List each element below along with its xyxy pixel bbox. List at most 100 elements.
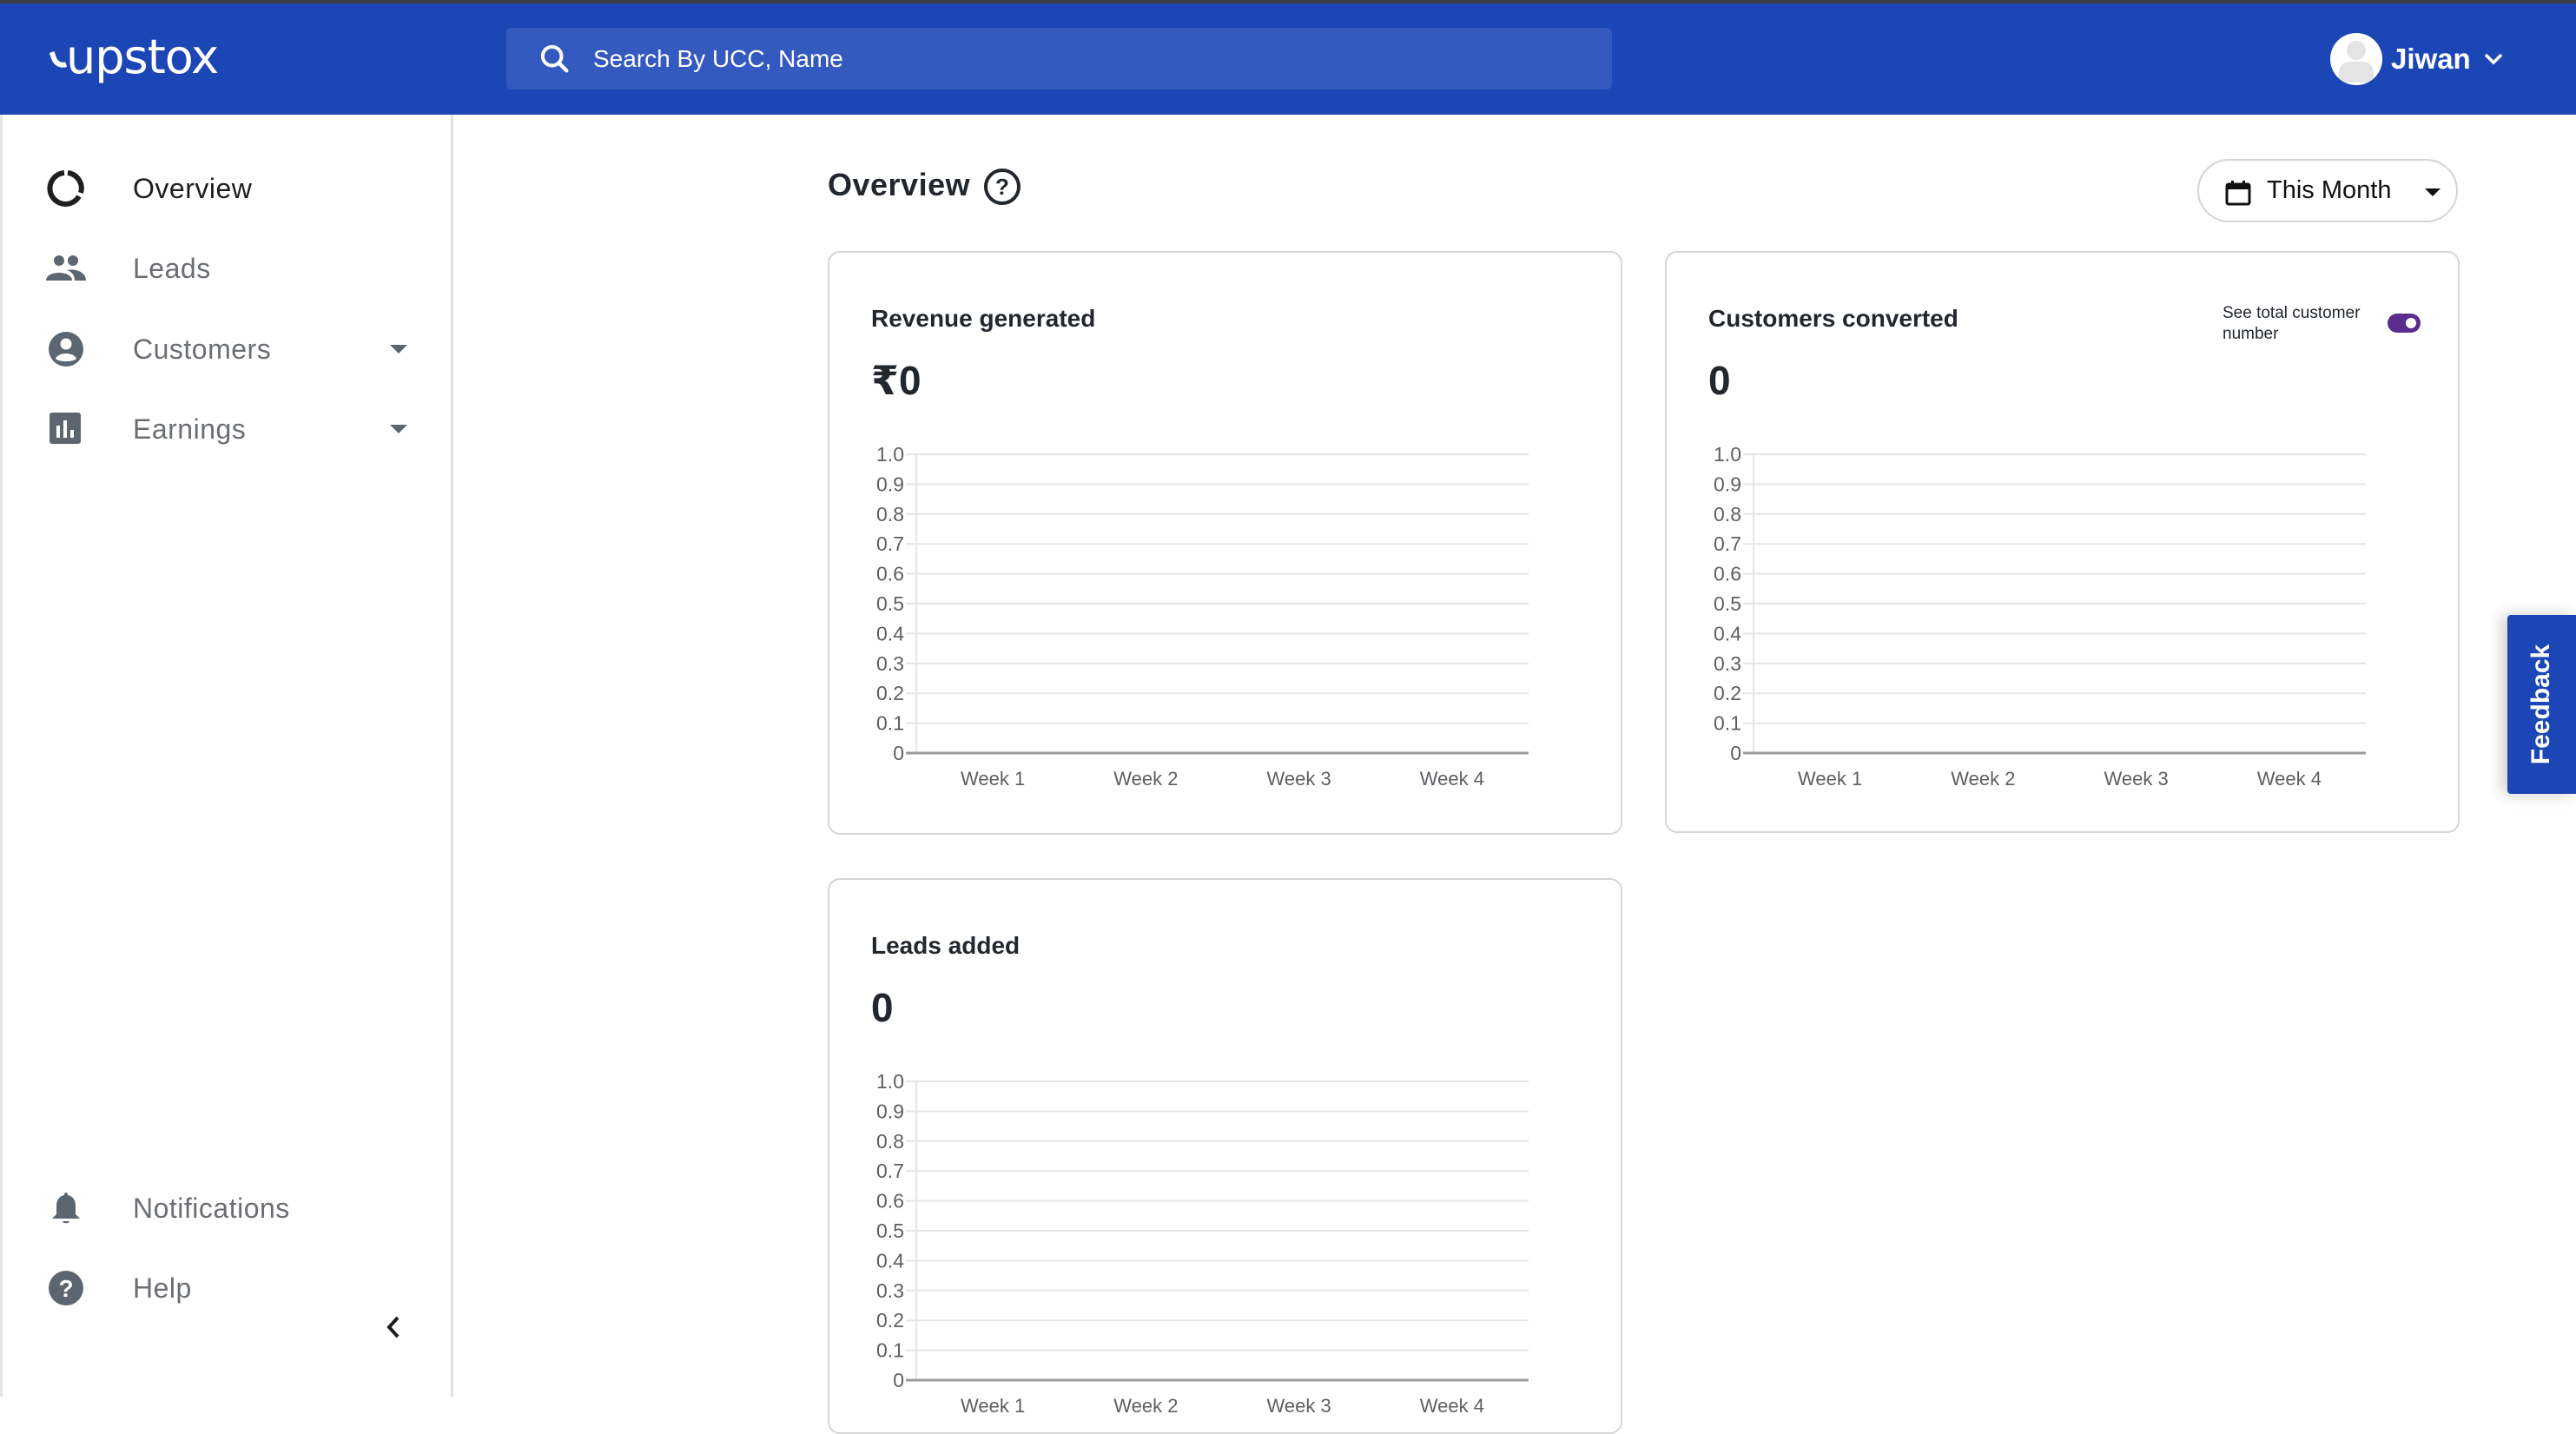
y-tick-label: 0.6	[876, 563, 904, 585]
svg-text:?: ?	[58, 1275, 73, 1302]
logo-mark-icon	[49, 49, 68, 71]
y-tick-label: 0.4	[1714, 622, 1741, 644]
toggle-label: See total customer number	[2223, 304, 2361, 343]
account-circle-icon	[46, 329, 86, 369]
sidebar: Overview Leads Customers Earnings Notifi…	[0, 115, 453, 1397]
y-tick-label: 0.9	[1714, 472, 1741, 495]
collapse-sidebar-button[interactable]	[376, 1310, 411, 1345]
y-tick-label: 0.7	[876, 1160, 904, 1182]
feedback-tab[interactable]: Feedback	[2507, 615, 2576, 794]
y-tick-label: 0.5	[876, 592, 904, 615]
x-tick-label: Week 4	[1420, 768, 1484, 790]
x-tick-label: Week 2	[1113, 1395, 1178, 1417]
y-tick-label: 0.2	[876, 682, 904, 704]
donut-icon	[46, 169, 86, 208]
y-tick-label: 0.7	[876, 532, 904, 555]
y-tick-label: 0.4	[876, 1249, 904, 1272]
y-tick-label: 0.8	[876, 1130, 904, 1153]
y-tick-label: 0.7	[1714, 532, 1741, 555]
period-label: This Month	[2267, 176, 2392, 204]
y-tick-label: 0.3	[876, 652, 904, 675]
y-tick-label: 0.5	[876, 1219, 904, 1242]
bar-chart-icon	[46, 409, 86, 449]
y-tick-label: 0	[893, 742, 904, 764]
caret-down-icon	[2425, 188, 2441, 196]
y-tick-label: 1.0	[1714, 443, 1741, 466]
revenue-card: Revenue generated ₹0 0 0.1 0.2 0.3 0.4 0.5 0.6…	[828, 251, 1622, 835]
card-title: Revenue generated	[871, 305, 1096, 332]
sidebar-item-label: Leads	[133, 252, 211, 284]
x-tick-label: Week 2	[1113, 768, 1178, 790]
sidebar-item-label: Customers	[133, 333, 272, 365]
y-tick-label: 0.9	[876, 1100, 904, 1122]
sidebar-item-label: Earnings	[133, 413, 247, 445]
sidebar-item-overview[interactable]: Overview	[3, 158, 453, 219]
sidebar-item-label: Help	[133, 1272, 192, 1304]
x-tick-label: Week 3	[1267, 768, 1331, 790]
card-value: 0	[1708, 358, 1731, 403]
search-bar[interactable]	[506, 28, 1612, 89]
chevron-down-icon	[2484, 53, 2502, 65]
x-tick-label: Week 3	[1267, 1395, 1331, 1417]
y-tick-label: 0.6	[876, 1190, 904, 1213]
upstox-logo[interactable]: upstox	[49, 30, 219, 84]
x-tick-label: Week 1	[961, 768, 1025, 790]
chevron-left-icon	[386, 1316, 400, 1338]
revenue-chart: 0 0.1 0.2 0.3 0.4 0.5 0.6 0.7 0.8 0.9 1.0 Week 1 Wee…	[876, 443, 1529, 790]
search-icon	[540, 44, 569, 73]
y-tick-label: 0.3	[1714, 652, 1741, 675]
leads-card: Leads added 0 0 0.1 0.2 0.3 0.4 0.5 0.6 0.7 0.8 0…	[828, 878, 1622, 1434]
total-customer-toggle-group: See total customer number	[2223, 303, 2421, 345]
sidebar-item-notifications[interactable]: Notifications	[3, 1178, 453, 1239]
feedback-label: Feedback	[2526, 644, 2556, 765]
y-tick-label: 0	[893, 1369, 904, 1391]
y-tick-label: 0.4	[876, 622, 904, 644]
total-customer-toggle[interactable]	[2388, 314, 2421, 333]
top-bar: upstox Jiwan	[0, 3, 2576, 115]
y-tick-label: 0.2	[876, 1309, 904, 1332]
y-tick-label: 0.2	[1714, 682, 1741, 704]
y-tick-label: 0.8	[1714, 503, 1741, 525]
sidebar-item-label: Overview	[133, 172, 253, 204]
y-tick-label: 0.5	[1714, 592, 1741, 615]
y-tick-label: 0.1	[876, 1339, 904, 1362]
user-name: Jiwan	[2391, 43, 2471, 75]
avatar	[2330, 33, 2382, 85]
y-tick-label: 1.0	[876, 443, 904, 466]
x-tick-label: Week 3	[2104, 768, 2169, 790]
people-icon	[46, 248, 86, 288]
y-tick-label: 1.0	[876, 1070, 904, 1093]
customers-chart: 0 0.1 0.2 0.3 0.4 0.5 0.6 0.7 0.8 0.9 1.0 Week 1 Wee…	[1714, 443, 2366, 790]
card-value: 0	[871, 985, 894, 1030]
y-tick-label: 0.9	[876, 472, 904, 495]
x-tick-label: Week 4	[2257, 768, 2322, 790]
caret-down-icon	[390, 345, 407, 354]
y-tick-label: 0	[1730, 742, 1741, 764]
search-input[interactable]	[593, 44, 1549, 73]
y-tick-label: 0.1	[876, 712, 904, 735]
card-title: Customers converted	[1708, 305, 1958, 332]
y-tick-label: 0.3	[876, 1279, 904, 1302]
sidebar-item-label: Notifications	[133, 1192, 290, 1224]
calendar-icon	[2225, 181, 2251, 206]
x-tick-label: Week 2	[1951, 768, 2015, 790]
sidebar-item-leads[interactable]: Leads	[3, 238, 453, 299]
period-selector[interactable]: This Month	[2197, 159, 2458, 222]
x-tick-label: Week 4	[1420, 1395, 1484, 1417]
card-title: Leads added	[871, 932, 1020, 959]
bell-icon	[46, 1188, 86, 1228]
help-icon[interactable]: ?	[984, 169, 1020, 205]
main-content: Overview ? This Month Revenue generated …	[456, 115, 2576, 1434]
logo-text: upstox	[66, 30, 219, 84]
sidebar-item-customers[interactable]: Customers	[3, 319, 453, 380]
user-menu[interactable]: Jiwan	[2330, 33, 2504, 85]
y-tick-label: 0.1	[1714, 712, 1741, 735]
leads-chart: 0 0.1 0.2 0.3 0.4 0.5 0.6 0.7 0.8 0.9 1.0 Week 1 Wee…	[876, 1070, 1529, 1417]
x-tick-label: Week 1	[961, 1395, 1025, 1417]
y-tick-label: 0.6	[1714, 563, 1741, 585]
page-title: Overview	[828, 167, 971, 202]
caret-down-icon	[390, 425, 407, 433]
card-value: ₹0	[871, 358, 921, 403]
sidebar-item-earnings[interactable]: Earnings	[3, 399, 453, 459]
customers-card: Customers converted 0 See total customer…	[1665, 251, 2460, 833]
